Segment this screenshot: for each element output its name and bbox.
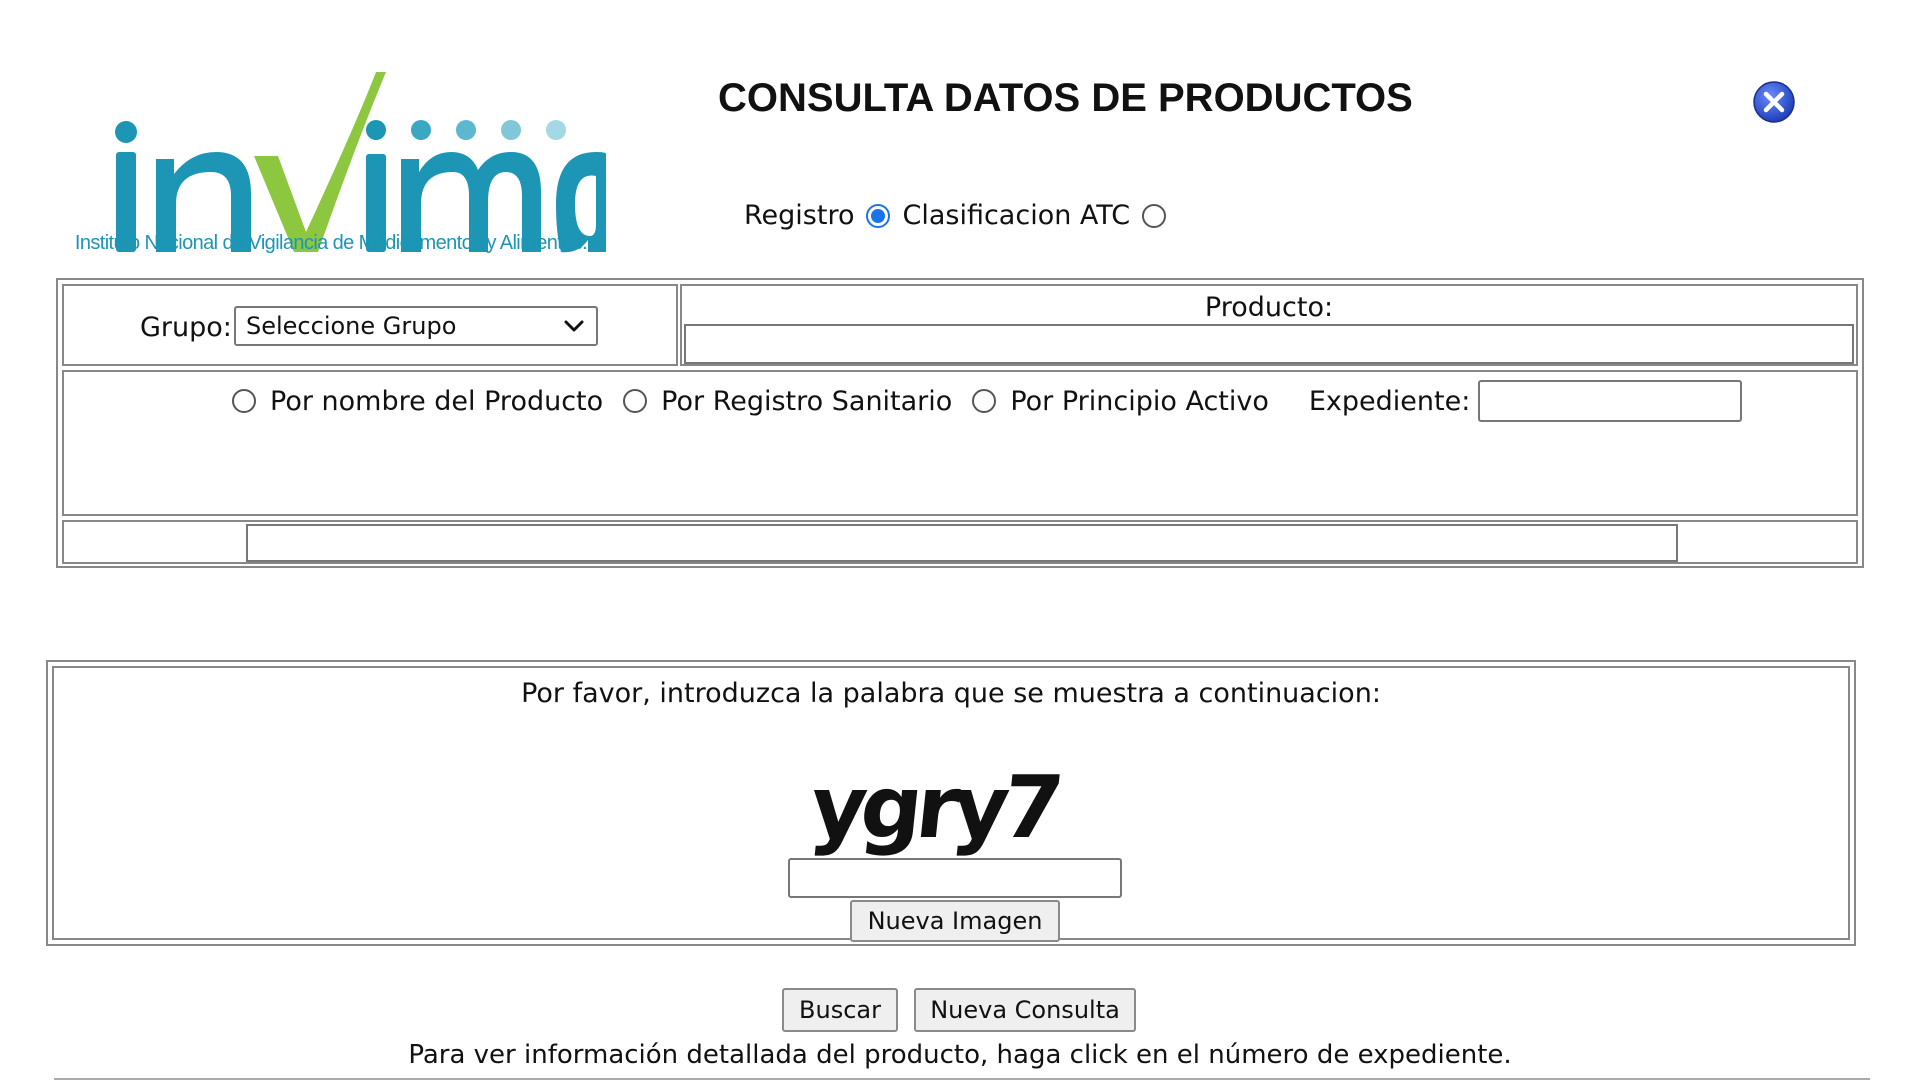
grupo-label: Grupo: xyxy=(140,312,232,343)
radio-por-principio-activo[interactable] xyxy=(972,389,997,413)
producto-input[interactable] xyxy=(684,324,1854,364)
logo-tagline: Instituto Nacional de Vigilancia de Medi… xyxy=(74,232,588,254)
captcha-image: ygry7 xyxy=(734,758,1134,868)
footer-note: Para ver información detallada del produ… xyxy=(408,1040,1512,1070)
captcha-prompt: Por favor, introduzca la palabra que se … xyxy=(521,678,1381,709)
captcha-inner: Por favor, introduzca la palabra que se … xyxy=(52,666,1850,942)
radio-por-nombre[interactable] xyxy=(232,389,256,413)
new-image-button[interactable]: Nueva Imagen xyxy=(850,900,1060,942)
search-type-label-atc: Clasificacion ATC xyxy=(902,200,1131,231)
page: Instituto Nacional de Vigilancia de Medi… xyxy=(0,0,1920,1080)
expediente-input[interactable] xyxy=(1478,380,1743,422)
captcha-text: ygry7 xyxy=(805,758,1063,858)
close-button[interactable] xyxy=(1752,80,1796,124)
grupo-select-value: Seleccione Grupo xyxy=(246,312,457,340)
chevron-down-icon xyxy=(564,320,584,332)
filter-label-principio-activo: Por Principio Activo xyxy=(1010,385,1269,417)
search-text-input[interactable] xyxy=(246,524,1678,562)
expediente-label: Expediente: xyxy=(1308,385,1471,417)
filter-label-registro-sanitario: Por Registro Sanitario xyxy=(661,385,953,417)
producto-label: Producto: xyxy=(1204,292,1334,323)
captcha-box: Por favor, introduzca la palabra que se … xyxy=(46,660,1856,946)
grupo-cell: Grupo: Seleccione Grupo xyxy=(62,284,678,366)
filter-label-nombre: Por nombre del Producto xyxy=(270,385,604,417)
captcha-input[interactable] xyxy=(788,858,1122,898)
filter-row: Por nombre del Producto Por Registro San… xyxy=(232,380,1743,422)
search-text-cell xyxy=(62,520,1858,564)
page-title: CONSULTA DATOS DE PRODUCTOS xyxy=(718,76,1413,120)
new-query-button[interactable]: Nueva Consulta xyxy=(914,988,1136,1032)
search-type-label-registro: Registro xyxy=(744,200,855,231)
search-form-table: Grupo: Seleccione Grupo Producto: Por no… xyxy=(56,278,1864,568)
grupo-select[interactable]: Seleccione Grupo xyxy=(234,306,598,346)
radio-registro[interactable] xyxy=(866,203,891,228)
filters-cell: Por nombre del Producto Por Registro San… xyxy=(62,370,1858,516)
close-x-circle-icon xyxy=(1753,81,1795,123)
radio-por-registro-sanitario[interactable] xyxy=(623,389,648,413)
search-type-group: Registro Clasificacion ATC xyxy=(732,200,1167,231)
radio-clasificacion-atc[interactable] xyxy=(1142,203,1167,228)
search-button[interactable]: Buscar xyxy=(782,988,898,1032)
producto-cell: Producto: xyxy=(680,284,1858,366)
